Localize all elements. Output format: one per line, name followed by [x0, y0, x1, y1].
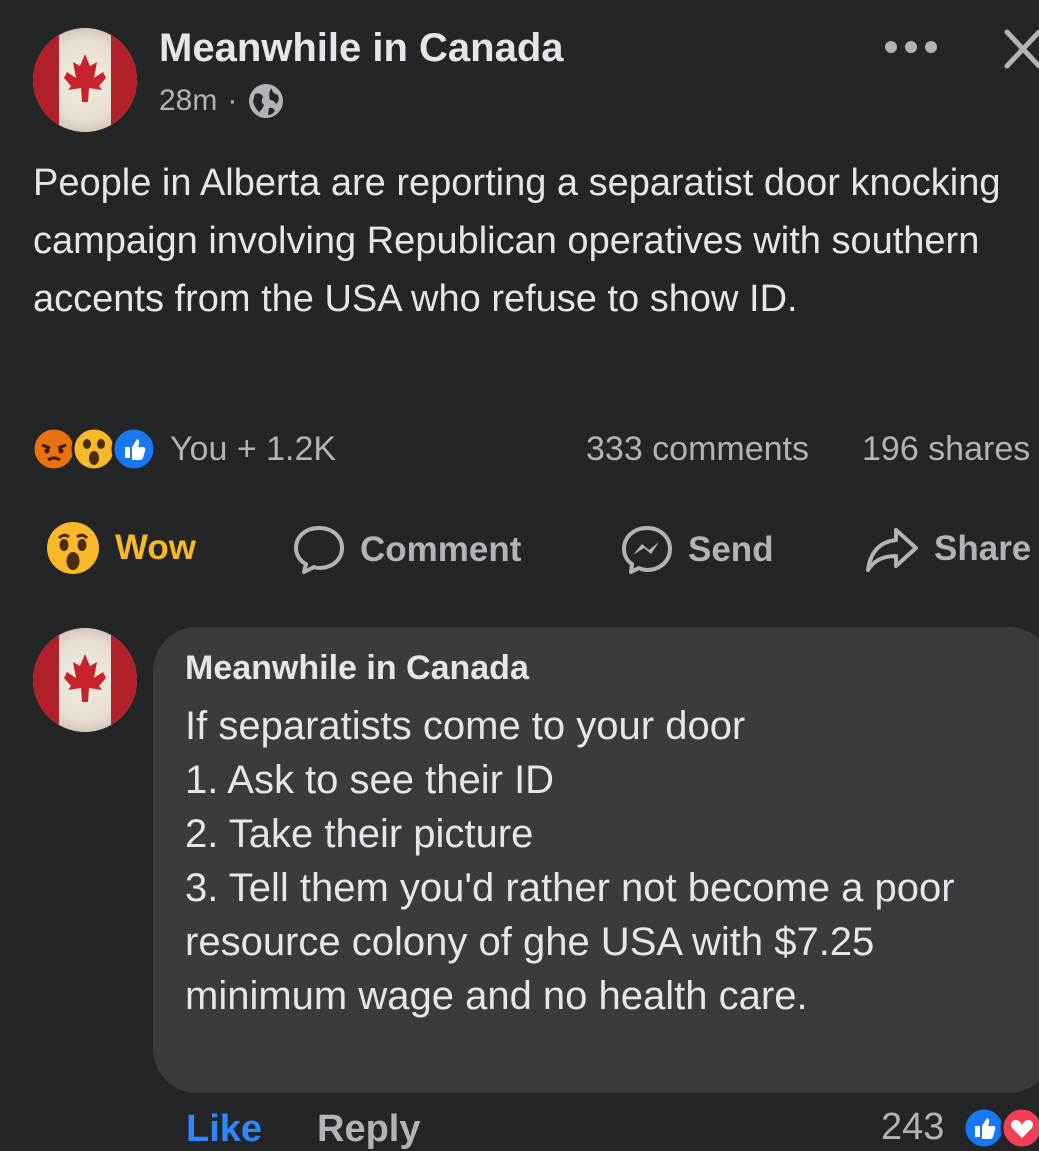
wow-icon	[47, 522, 99, 574]
comment-reaction-count[interactable]: 243	[881, 1106, 944, 1149]
meta-separator: ·	[227, 84, 238, 117]
comments-count[interactable]: 333 comments	[586, 430, 809, 469]
messenger-icon	[622, 526, 672, 574]
globe-icon	[249, 84, 284, 118]
wow-label: Wow	[115, 528, 197, 567]
comment-like-button[interactable]: Like	[186, 1108, 262, 1151]
comment-icon	[294, 526, 344, 574]
share-button[interactable]: Share	[864, 524, 1031, 574]
comment-author[interactable]: Meanwhile in Canada	[185, 649, 529, 688]
share-label: Share	[934, 529, 1032, 568]
post-time[interactable]: 28m	[159, 84, 217, 118]
angry-icon	[31, 426, 77, 472]
close-icon[interactable]	[1003, 28, 1039, 70]
canada-flag-icon	[33, 28, 137, 132]
comment-bubble: Meanwhile in Canada If separatists come …	[153, 627, 1039, 1093]
share-icon	[866, 528, 918, 572]
canada-flag-icon	[33, 628, 137, 732]
comment-label: Comment	[360, 530, 522, 569]
comment-reply-button[interactable]: Reply	[317, 1108, 420, 1151]
comment-text: If separatists come to your door 1. Ask …	[185, 704, 955, 1018]
send-label: Send	[688, 530, 774, 569]
comment-button[interactable]: Comment	[292, 524, 521, 576]
shares-count[interactable]: 196 shares	[862, 430, 1039, 469]
post-text: People in Alberta are reporting a separa…	[33, 162, 1012, 320]
comment-reaction-icons[interactable]	[960, 1106, 1039, 1150]
reaction-summary[interactable]: You + 1.2K	[170, 430, 336, 469]
page-avatar[interactable]	[33, 28, 137, 132]
page-name[interactable]: Meanwhile in Canada	[159, 26, 564, 71]
more-options-icon[interactable]	[884, 40, 938, 54]
send-button[interactable]: Send	[620, 524, 774, 576]
post-meta: 28m ·	[159, 82, 285, 120]
reaction-icons[interactable]	[30, 425, 162, 473]
wow-reaction-button[interactable]: Wow	[45, 520, 196, 576]
commenter-avatar[interactable]	[33, 628, 137, 732]
